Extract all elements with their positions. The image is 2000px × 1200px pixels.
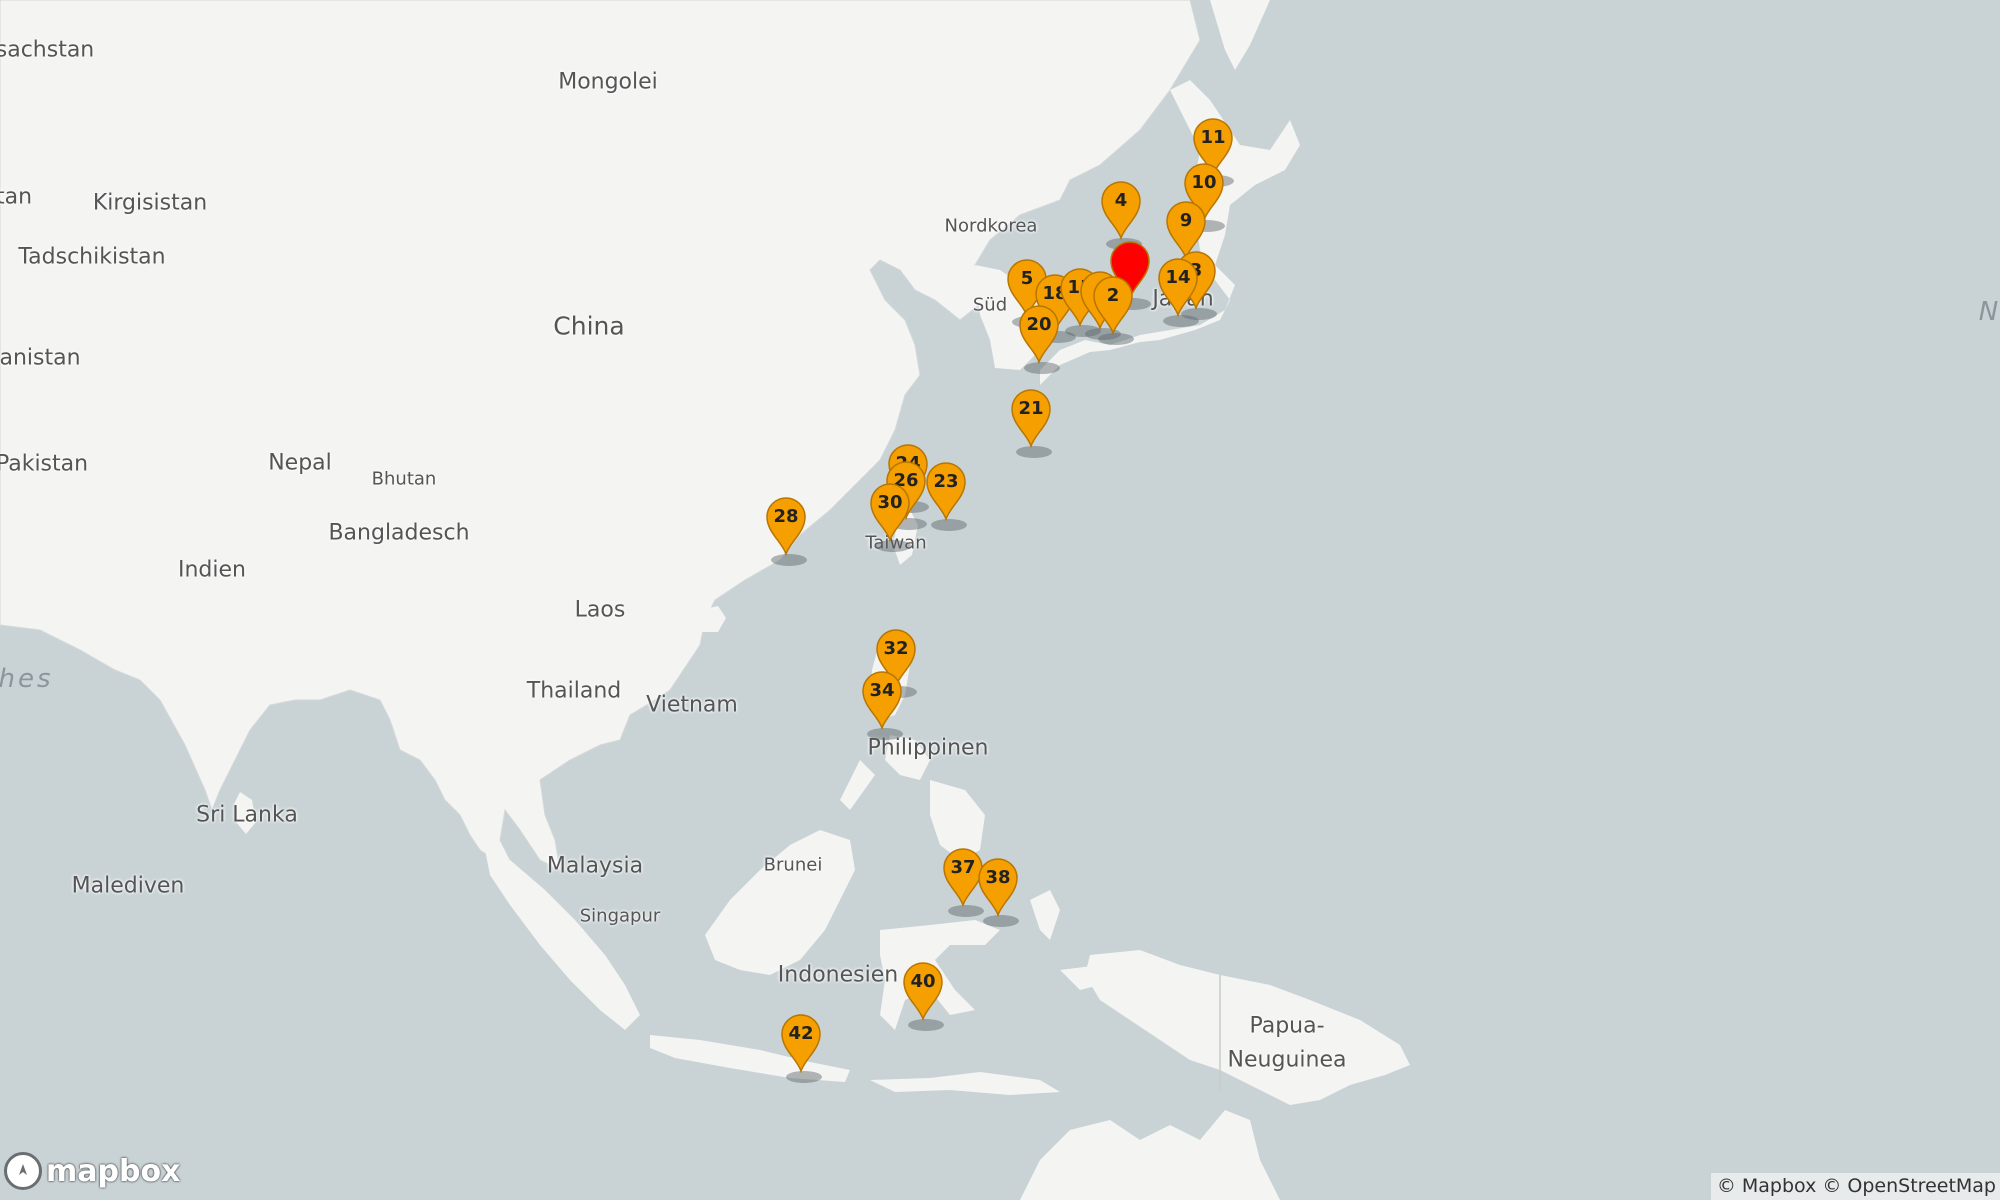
label-maldives: Malediven [71,873,185,899]
marker-number: 32 [883,638,909,659]
marker-number: 40 [910,971,936,992]
label-papua: Papua- [1249,1013,1325,1039]
map-marker[interactable]: 23 [924,461,968,521]
map-attribution[interactable]: © Mapbox © OpenStreetMap [1710,1173,2000,1200]
label-ocean-west: hes [0,664,54,694]
label-tajikistan: Tadschikistan [18,244,166,270]
label-sri-lanka: Sri Lanka [196,802,298,828]
marker-number: 30 [877,492,903,513]
label-new-guinea: Neuguinea [1227,1047,1347,1073]
marker-number: 11 [1200,127,1226,148]
marker-number: 2 [1106,285,1120,306]
label-pakistan: Pakistan [0,451,89,477]
label-tan: tan [0,184,33,210]
map-marker[interactable]: 28 [764,496,808,556]
marker-number: 20 [1026,314,1052,335]
marker-number: 14 [1165,267,1191,288]
map-marker[interactable]: 2 [1091,275,1135,335]
map-canvas[interactable]: sachstan Mongolei tan Kirgisistan Tadsch… [0,0,2000,1200]
marker-number: 34 [869,680,895,701]
marker-number: 21 [1018,398,1044,419]
marker-number: 28 [773,506,799,527]
label-thailand: Thailand [526,678,622,704]
label-kyrgyzstan: Kirgisistan [92,190,208,216]
label-ocean-east: N [1978,297,2000,327]
label-mongolia: Mongolei [558,69,658,95]
basemap [0,0,2000,1200]
label-north-korea: Nordkorea [944,215,1038,237]
label-indonesia: Indonesien [777,962,899,988]
marker-number: 4 [1114,190,1128,211]
label-nepal: Nepal [268,450,332,476]
label-brunei: Brunei [763,854,823,876]
label-kazakhstan: sachstan [0,37,95,63]
map-marker[interactable]: 30 [868,482,912,542]
label-malaysia: Malaysia [546,853,644,879]
label-vietnam: Vietnam [646,692,738,718]
label-laos: Laos [574,597,626,623]
mapbox-logo[interactable]: mapbox [4,1150,180,1192]
map-marker[interactable]: 34 [860,670,904,730]
mapbox-logo-text: mapbox [46,1153,181,1189]
map-marker[interactable]: 4 [1099,180,1143,240]
label-bhutan: Bhutan [371,468,437,490]
map-marker[interactable]: 40 [901,961,945,1021]
label-bangladesh: Bangladesch [328,520,470,546]
map-marker[interactable]: 14 [1156,257,1200,317]
label-india: Indien [178,557,246,583]
marker-number: 9 [1179,210,1193,231]
map-marker[interactable]: 20 [1017,304,1061,364]
label-south-korea: Süd [972,294,1008,316]
label-afghanistan: anistan [0,345,81,371]
label-china: China [553,311,625,341]
marker-number: 42 [788,1023,814,1044]
map-marker[interactable]: 21 [1009,388,1053,448]
map-marker[interactable]: 38 [976,857,1020,917]
label-singapore: Singapur [579,905,661,927]
marker-number: 23 [933,471,959,492]
marker-number: 38 [985,867,1011,888]
map-marker[interactable]: 42 [779,1013,823,1073]
marker-number: 10 [1191,172,1217,193]
mapbox-compass-icon [4,1152,42,1190]
